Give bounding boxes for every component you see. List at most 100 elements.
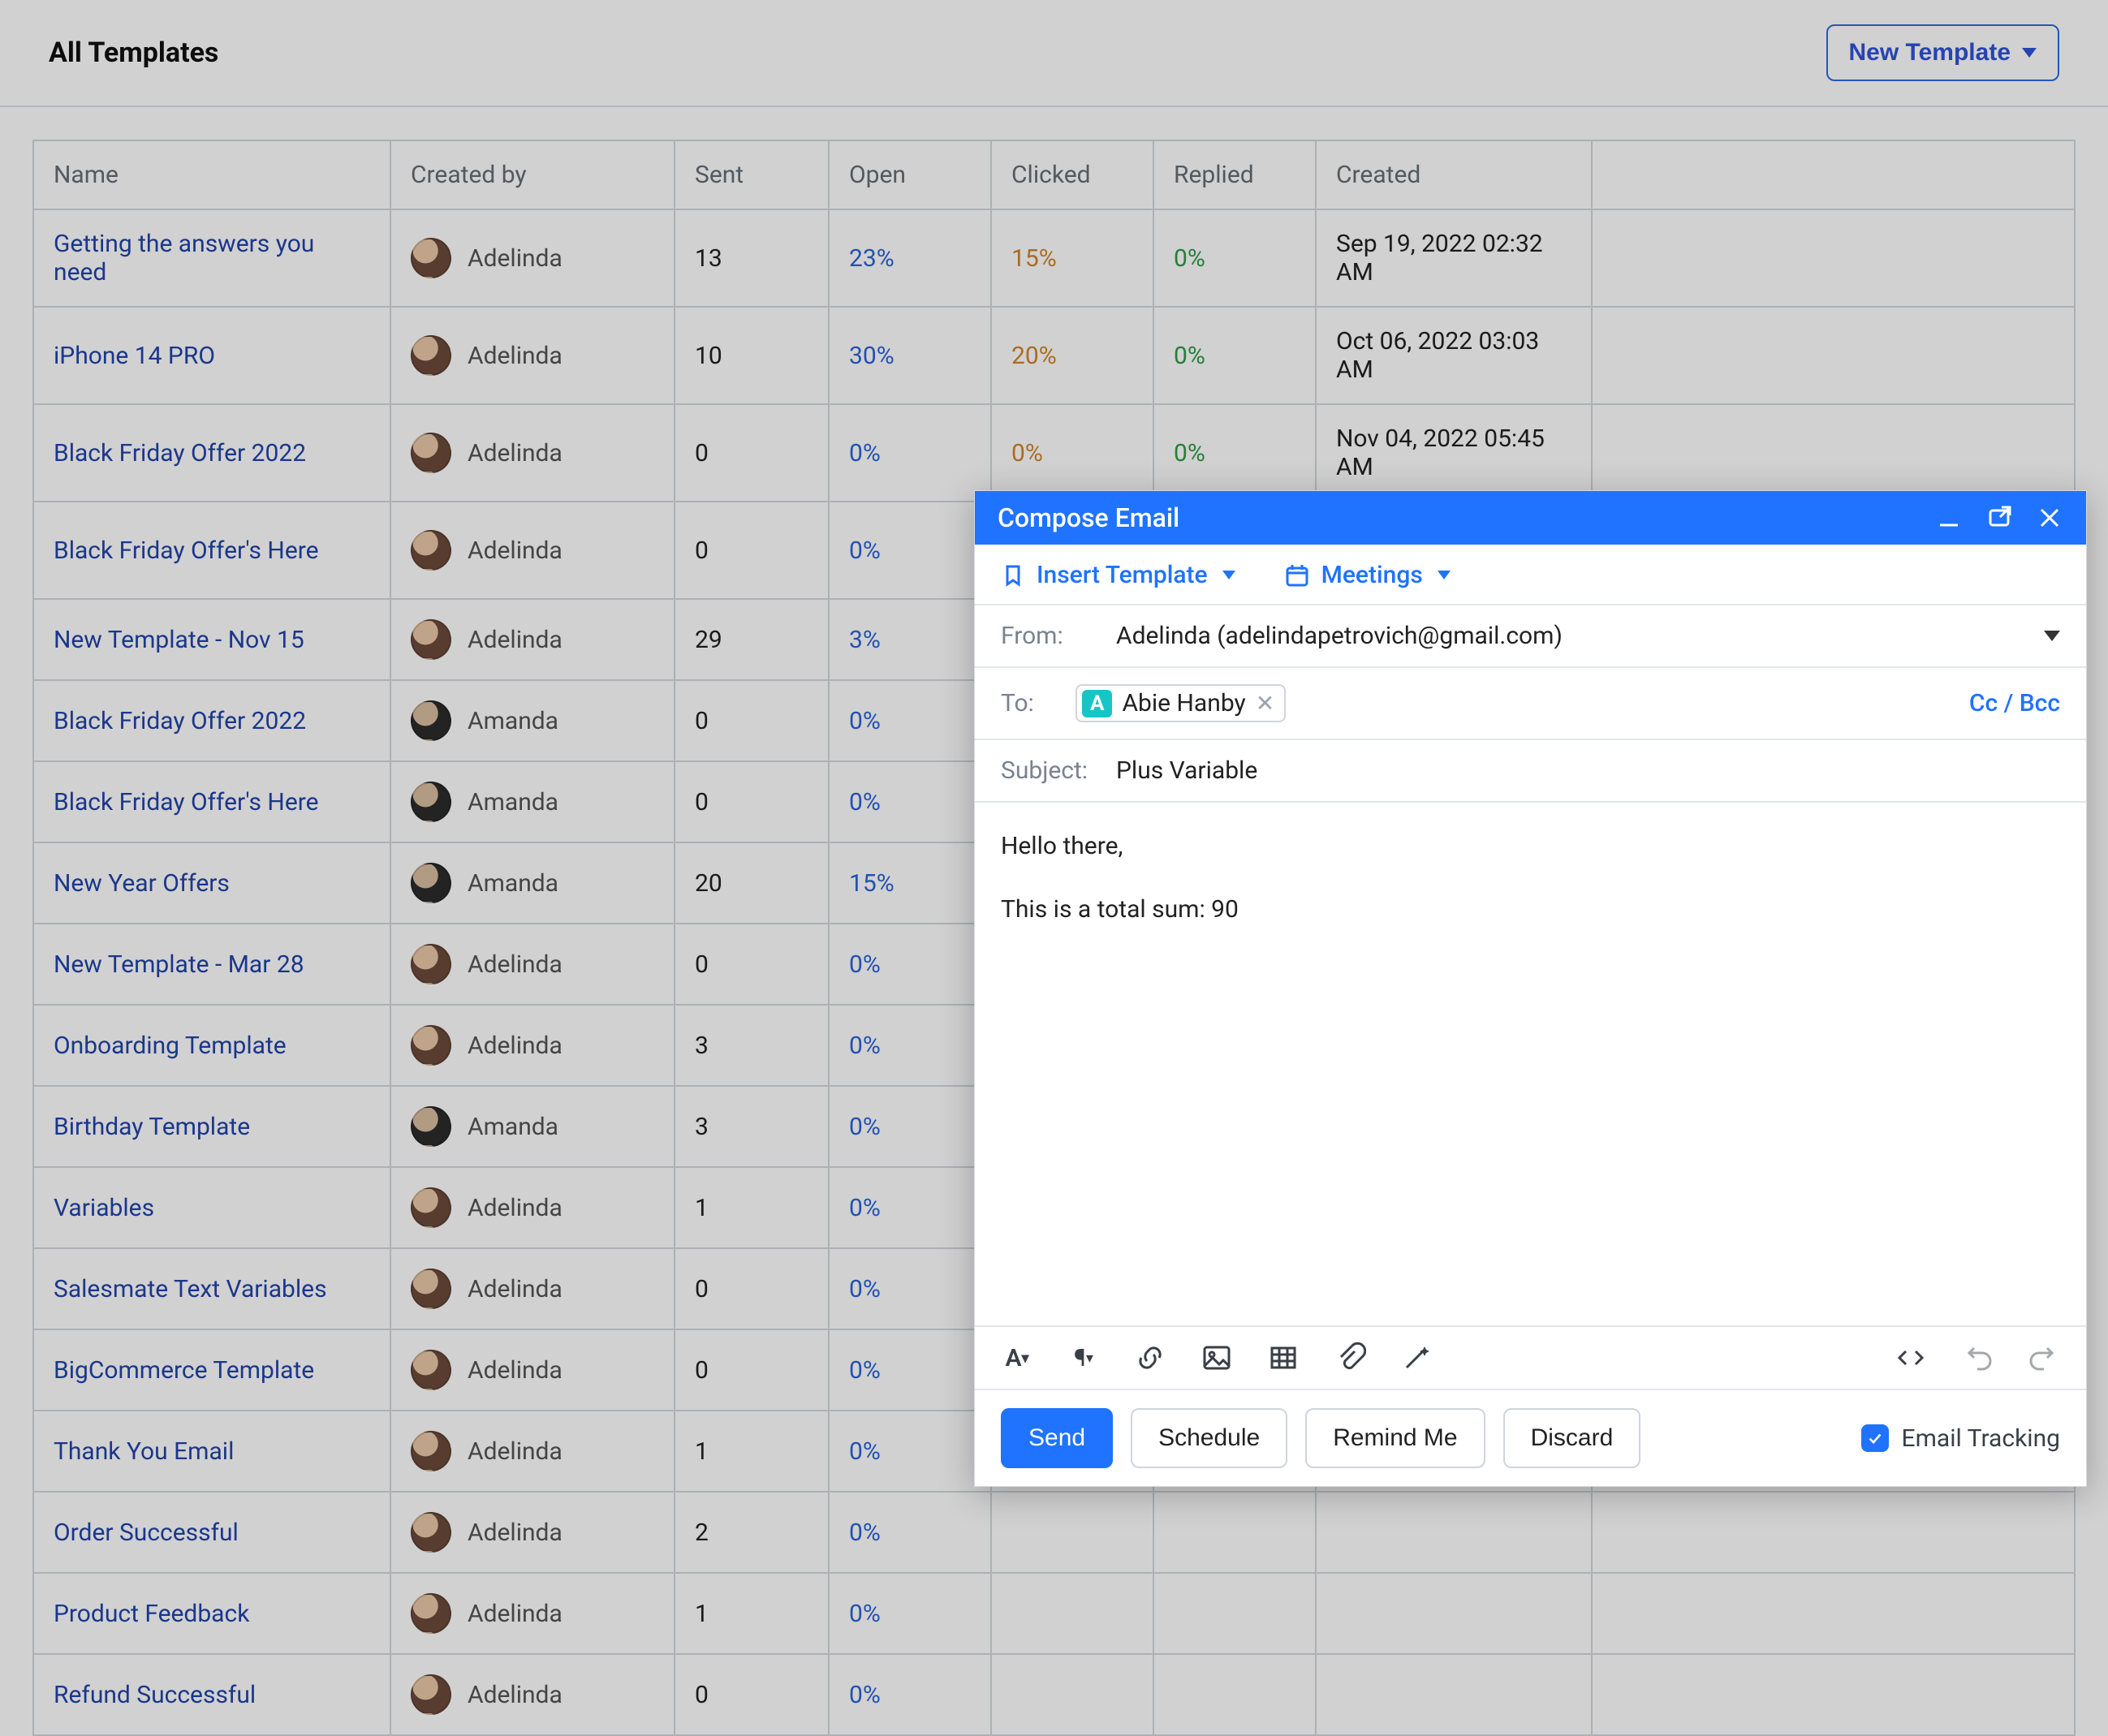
redo-icon[interactable] bbox=[2028, 1342, 2060, 1374]
open-cell[interactable]: 0% bbox=[829, 1167, 991, 1248]
clicked-cell[interactable]: 20% bbox=[991, 307, 1153, 404]
image-icon[interactable] bbox=[1201, 1342, 1233, 1374]
code-icon[interactable] bbox=[1895, 1342, 1927, 1374]
replied-cell[interactable]: 0% bbox=[1153, 307, 1316, 404]
open-cell[interactable]: 30% bbox=[829, 307, 991, 404]
clicked-cell[interactable]: 15% bbox=[991, 209, 1153, 307]
template-name-link[interactable]: Variables bbox=[54, 1194, 154, 1222]
chevron-down-icon bbox=[2044, 631, 2060, 641]
clicked-cell[interactable] bbox=[991, 1573, 1153, 1654]
sent-cell: 10 bbox=[675, 307, 829, 404]
col-clicked[interactable]: Clicked bbox=[991, 140, 1153, 209]
discard-button[interactable]: Discard bbox=[1503, 1408, 1641, 1468]
popout-icon[interactable] bbox=[1985, 504, 2013, 532]
open-cell[interactable]: 0% bbox=[829, 1248, 991, 1329]
email-tracking-checkbox[interactable] bbox=[1861, 1424, 1889, 1452]
from-row[interactable]: From: Adelinda (adelindapetrovich@gmail.… bbox=[975, 605, 2086, 668]
meetings-button[interactable]: Meetings bbox=[1284, 561, 1451, 589]
template-name-link[interactable]: Product Feedback bbox=[54, 1600, 249, 1628]
open-cell[interactable]: 0% bbox=[829, 761, 991, 842]
template-name-link[interactable]: Black Friday Offer 2022 bbox=[54, 707, 306, 735]
open-cell[interactable]: 0% bbox=[829, 924, 991, 1005]
col-sent[interactable]: Sent bbox=[675, 140, 829, 209]
template-name-link[interactable]: Black Friday Offer's Here bbox=[54, 536, 319, 565]
open-cell[interactable]: 23% bbox=[829, 209, 991, 307]
creator-name: Adelinda bbox=[468, 244, 563, 273]
replied-cell[interactable]: 0% bbox=[1153, 209, 1316, 307]
undo-icon[interactable] bbox=[1961, 1342, 1994, 1374]
remove-recipient-icon[interactable]: ✕ bbox=[1256, 690, 1274, 717]
email-body-editor[interactable]: Hello there, This is a total sum: 90 bbox=[975, 803, 2086, 1325]
recipient-chip[interactable]: A Abie Hanby ✕ bbox=[1076, 684, 1286, 722]
template-name-link[interactable]: Salesmate Text Variables bbox=[54, 1275, 327, 1303]
sent-cell: 0 bbox=[675, 680, 829, 761]
template-name-link[interactable]: New Template - Nov 15 bbox=[54, 626, 304, 654]
creator-name: Amanda bbox=[468, 707, 558, 735]
template-name-link[interactable]: New Template - Mar 28 bbox=[54, 950, 304, 979]
open-cell[interactable]: 0% bbox=[829, 1005, 991, 1086]
replied-cell[interactable]: 0% bbox=[1153, 404, 1316, 502]
template-name-link[interactable]: Onboarding Template bbox=[54, 1032, 287, 1060]
col-replied[interactable]: Replied bbox=[1153, 140, 1316, 209]
created-cell bbox=[1316, 1492, 1592, 1573]
template-name-link[interactable]: iPhone 14 PRO bbox=[54, 342, 215, 370]
open-cell[interactable]: 0% bbox=[829, 1329, 991, 1411]
open-cell[interactable]: 15% bbox=[829, 842, 991, 924]
text-format-icon[interactable]: A▾ bbox=[1001, 1342, 1033, 1374]
open-cell[interactable]: 0% bbox=[829, 404, 991, 502]
remind-me-button[interactable]: Remind Me bbox=[1305, 1408, 1485, 1468]
template-name-link[interactable]: Black Friday Offer 2022 bbox=[54, 439, 306, 467]
template-name-link[interactable]: BigCommerce Template bbox=[54, 1356, 314, 1385]
col-created-by[interactable]: Created by bbox=[390, 140, 675, 209]
cc-bcc-toggle[interactable]: Cc / Bcc bbox=[1969, 689, 2060, 717]
new-template-button[interactable]: New Template bbox=[1826, 24, 2060, 81]
replied-cell[interactable] bbox=[1153, 1573, 1316, 1654]
insert-template-button[interactable]: Insert Template bbox=[1001, 561, 1235, 589]
open-cell[interactable]: 0% bbox=[829, 1492, 991, 1573]
paragraph-format-icon[interactable]: ¶▾ bbox=[1067, 1342, 1100, 1374]
to-row[interactable]: To: A Abie Hanby ✕ Cc / Bcc bbox=[975, 668, 2086, 740]
template-name-link[interactable]: Thank You Email bbox=[54, 1437, 234, 1466]
subject-row[interactable]: Subject: Plus Variable bbox=[975, 740, 2086, 803]
creator-cell: Amanda bbox=[411, 1106, 654, 1147]
table-icon[interactable] bbox=[1267, 1342, 1300, 1374]
creator-cell: Adelinda bbox=[411, 1674, 654, 1715]
minimize-icon[interactable] bbox=[1935, 504, 1963, 532]
open-cell[interactable]: 0% bbox=[829, 1411, 991, 1492]
sent-cell: 1 bbox=[675, 1411, 829, 1492]
open-cell[interactable]: 0% bbox=[829, 1086, 991, 1167]
col-name[interactable]: Name bbox=[33, 140, 390, 209]
attachment-icon[interactable] bbox=[1334, 1342, 1366, 1374]
actions-cell bbox=[1592, 209, 2075, 307]
link-icon[interactable] bbox=[1134, 1342, 1166, 1374]
template-name-link[interactable]: Order Successful bbox=[54, 1518, 239, 1547]
col-created[interactable]: Created bbox=[1316, 140, 1592, 209]
close-icon[interactable] bbox=[2036, 504, 2063, 532]
schedule-button[interactable]: Schedule bbox=[1131, 1408, 1287, 1468]
avatar bbox=[411, 1025, 451, 1066]
template-name-link[interactable]: New Year Offers bbox=[54, 869, 230, 898]
open-cell[interactable]: 0% bbox=[829, 1654, 991, 1735]
open-cell[interactable]: 0% bbox=[829, 1573, 991, 1654]
open-cell[interactable]: 3% bbox=[829, 599, 991, 680]
clicked-cell[interactable]: 0% bbox=[991, 404, 1153, 502]
open-cell[interactable]: 0% bbox=[829, 502, 991, 599]
insert-template-label: Insert Template bbox=[1037, 561, 1208, 589]
clicked-cell[interactable] bbox=[991, 1654, 1153, 1735]
avatar bbox=[411, 1512, 451, 1553]
recipient-initial: A bbox=[1082, 690, 1112, 717]
send-button[interactable]: Send bbox=[1001, 1408, 1113, 1468]
open-cell[interactable]: 0% bbox=[829, 680, 991, 761]
template-name-link[interactable]: Refund Successful bbox=[54, 1681, 256, 1709]
template-name-link[interactable]: Black Friday Offer's Here bbox=[54, 788, 319, 816]
clicked-cell[interactable] bbox=[991, 1492, 1153, 1573]
col-open[interactable]: Open bbox=[829, 140, 991, 209]
subject-value[interactable]: Plus Variable bbox=[1116, 756, 2060, 785]
magic-wand-icon[interactable] bbox=[1400, 1342, 1433, 1374]
template-name-link[interactable]: Birthday Template bbox=[54, 1113, 250, 1141]
creator-name: Amanda bbox=[468, 1113, 558, 1141]
replied-cell[interactable] bbox=[1153, 1654, 1316, 1735]
actions-cell bbox=[1592, 404, 2075, 502]
replied-cell[interactable] bbox=[1153, 1492, 1316, 1573]
template-name-link[interactable]: Getting the answers you need bbox=[54, 230, 314, 286]
